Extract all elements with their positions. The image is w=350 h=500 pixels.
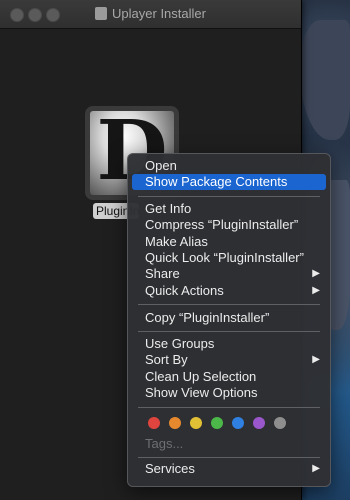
menu-separator [138,407,320,408]
disk-image-icon [95,7,108,20]
tag-gray-icon[interactable] [274,417,286,429]
submenu-arrow-icon: ▶ [312,285,320,296]
menu-item-show-view-options[interactable]: Show View Options [132,385,326,401]
menu-separator [138,331,320,332]
menu-item-compress[interactable]: Compress “PluginInstaller” [132,217,326,233]
tag-purple-icon[interactable] [253,417,265,429]
menu-separator [138,196,320,197]
tag-green-icon[interactable] [211,417,223,429]
tag-blue-icon[interactable] [232,417,244,429]
window-title: Uplayer Installer [0,6,301,21]
menu-item-quick-actions[interactable]: Quick Actions ▶ [132,283,326,299]
submenu-arrow-icon: ▶ [312,354,320,365]
menu-item-open[interactable]: Open [132,158,326,174]
wallpaper-rock [300,20,350,140]
menu-item-quick-look[interactable]: Quick Look “PluginInstaller” [132,250,326,266]
submenu-arrow-icon: ▶ [312,268,320,279]
menu-item-make-alias[interactable]: Make Alias [132,234,326,250]
menu-item-clean-up-selection[interactable]: Clean Up Selection [132,369,326,385]
menu-item-use-groups[interactable]: Use Groups [132,336,326,352]
tag-red-icon[interactable] [148,417,160,429]
menu-item-copy[interactable]: Copy “PluginInstaller” [132,310,326,326]
menu-item-services[interactable]: Services ▶ [132,461,326,477]
menu-item-tags[interactable]: Tags... [132,436,326,452]
tag-orange-icon[interactable] [169,417,181,429]
menu-item-sort-by[interactable]: Sort By ▶ [132,352,326,368]
menu-item-show-package-contents[interactable]: Show Package Contents [132,174,326,190]
menu-separator [138,457,320,458]
menu-item-share[interactable]: Share ▶ [132,266,326,282]
submenu-arrow-icon: ▶ [312,463,320,474]
menu-item-get-info[interactable]: Get Info [132,201,326,217]
window-title-text: Uplayer Installer [112,6,206,21]
window-titlebar: Uplayer Installer [0,0,301,29]
context-menu: Open Show Package Contents Get Info Comp… [127,153,331,487]
tag-yellow-icon[interactable] [190,417,202,429]
menu-separator [138,304,320,305]
